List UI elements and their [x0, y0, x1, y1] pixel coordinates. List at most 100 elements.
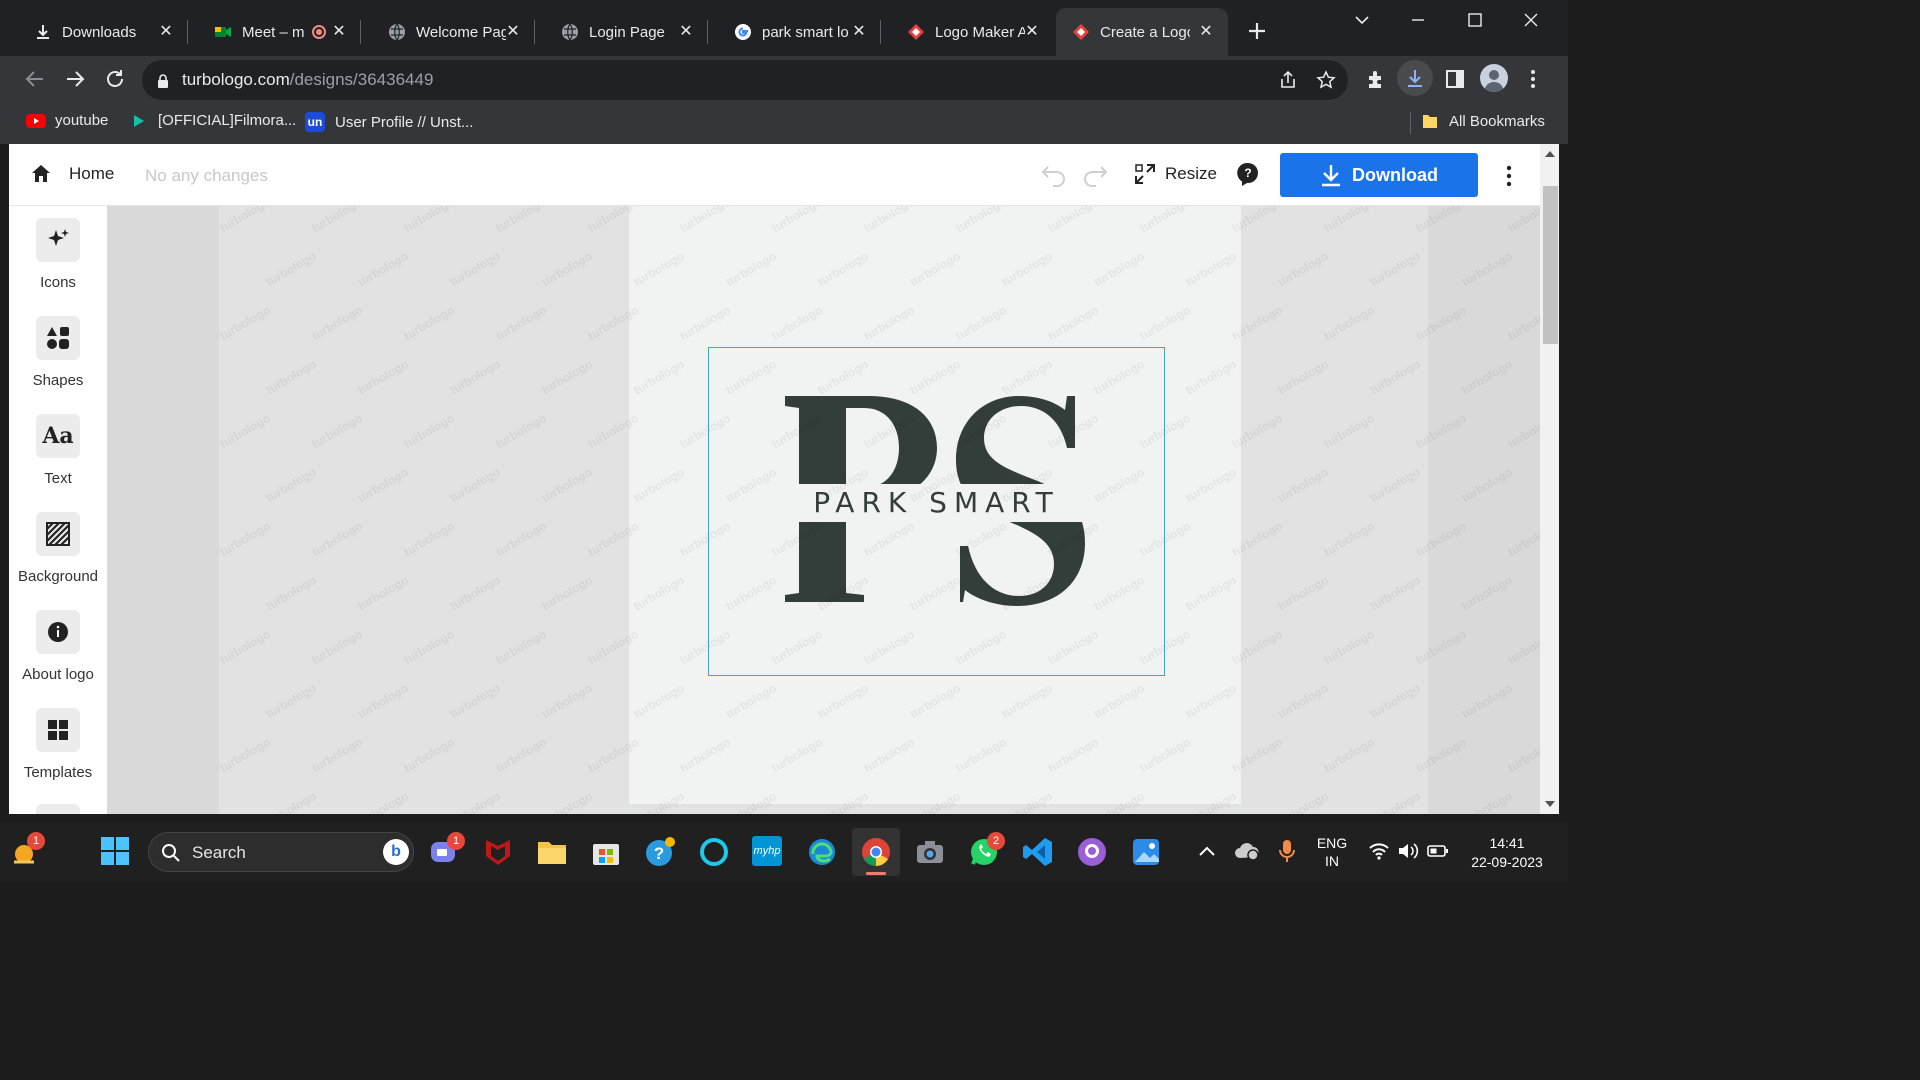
profile-icon — [1484, 70, 1504, 92]
volume-icon[interactable] — [1397, 842, 1419, 860]
tab-logo-maker[interactable]: Logo Maker A ✕ — [881, 8, 1054, 56]
sidebar-item-background[interactable]: Background — [9, 512, 107, 585]
tab-welcome[interactable]: Welcome Pag ✕ — [362, 8, 535, 56]
logo-name-text[interactable]: PARK SMART — [709, 486, 1164, 519]
taskbar-photos[interactable] — [1130, 836, 1162, 868]
sidebar-item-shapes[interactable]: Shapes — [9, 316, 107, 389]
background-icon — [46, 522, 70, 546]
close-tab-icon[interactable]: ✕ — [1022, 22, 1042, 42]
sidebar-item-icons[interactable]: Icons — [9, 218, 107, 291]
workspace-area: PARK SMART — [219, 206, 1428, 814]
more-vert-icon[interactable] — [1522, 68, 1544, 90]
taskbar-store[interactable] — [590, 836, 622, 868]
sidebar-item-text[interactable]: Aa Text — [9, 414, 107, 487]
extensions-icon[interactable] — [1365, 68, 1387, 90]
tab-title: Create a Logo — [1100, 23, 1190, 41]
download-button[interactable]: Download — [1280, 153, 1478, 197]
taskbar-camera[interactable] — [914, 836, 946, 868]
undo-icon[interactable] — [1040, 161, 1068, 187]
windows-logo-icon — [101, 837, 129, 865]
close-tab-icon[interactable]: ✕ — [156, 22, 176, 42]
help-chat-icon[interactable]: ? — [1236, 161, 1260, 187]
watermark-text: turbologo — [1505, 734, 1540, 776]
close-tab-icon[interactable]: ✕ — [503, 22, 523, 42]
logo-selection-box[interactable]: PARK SMART — [708, 347, 1165, 676]
watermark-text: turbologo — [1459, 680, 1515, 722]
scroll-down-icon[interactable] — [1545, 800, 1555, 808]
taskbar-github[interactable] — [1076, 836, 1108, 868]
bookmark-unstop[interactable]: un User Profile // Unst... — [305, 112, 473, 132]
sidebar-item-templates[interactable]: Templates — [9, 708, 107, 781]
store-icon — [593, 844, 619, 865]
tray-overflow-icon[interactable] — [1198, 844, 1216, 858]
tab-downloads[interactable]: Downloads ✕ — [8, 8, 188, 56]
resize-button[interactable]: Resize — [1133, 162, 1217, 186]
taskbar-cortana[interactable] — [698, 836, 730, 868]
reload-button[interactable] — [104, 68, 126, 90]
logo-canvas[interactable]: PARK SMART — [629, 206, 1241, 804]
battery-icon[interactable] — [1427, 844, 1449, 858]
close-tab-icon[interactable]: ✕ — [676, 22, 696, 42]
close-tab-icon[interactable]: ✕ — [849, 22, 869, 42]
more-vert-icon[interactable] — [1499, 164, 1519, 188]
address-bar[interactable]: turbologo.com/designs/36436449 — [142, 60, 1348, 100]
vscode-icon — [1023, 838, 1052, 866]
bookmark-filmora[interactable]: [OFFICIAL]Filmora... — [131, 112, 296, 129]
downloads-button[interactable] — [1397, 60, 1433, 96]
taskbar-help[interactable]: ? — [644, 836, 676, 868]
browser-tab-strip: Downloads ✕ Meet – m ✕ Welcome Pag ✕ Log… — [0, 0, 1568, 56]
page-scrollbar[interactable] — [1540, 144, 1559, 814]
taskbar-whatsapp[interactable]: 2 — [968, 832, 1005, 868]
watermark-text: turbologo — [1505, 206, 1540, 236]
turbologo-icon — [908, 24, 924, 40]
download-label: Download — [1352, 164, 1438, 185]
share-icon[interactable] — [1278, 70, 1298, 90]
scroll-up-icon[interactable] — [1545, 150, 1555, 158]
forward-button[interactable] — [64, 68, 86, 90]
taskbar-chrome-active[interactable] — [852, 828, 900, 876]
weather-widget[interactable]: 1 — [10, 832, 45, 868]
taskbar-edge[interactable] — [806, 836, 838, 868]
onedrive-icon[interactable] — [1234, 840, 1260, 862]
home-link[interactable]: Home — [29, 162, 114, 186]
star-icon[interactable] — [1316, 70, 1336, 90]
tab-login[interactable]: Login Page ✕ — [535, 8, 708, 56]
redo-icon[interactable] — [1081, 161, 1109, 187]
maximize-button[interactable] — [1465, 10, 1485, 30]
bookmark-youtube[interactable]: youtube — [26, 112, 108, 129]
sidebar-item-about-logo[interactable]: About logo — [9, 610, 107, 683]
taskbar-vscode[interactable] — [1022, 836, 1054, 868]
taskbar-search[interactable]: Search b — [148, 832, 414, 872]
side-panel-icon[interactable] — [1444, 68, 1466, 90]
shapes-icon — [47, 327, 69, 349]
new-tab-button[interactable] — [1246, 20, 1268, 42]
minimize-button[interactable] — [1408, 10, 1428, 30]
tab-create-logo[interactable]: Create a Logo ✕ — [1056, 8, 1228, 56]
wifi-icon[interactable] — [1368, 842, 1390, 860]
url-text[interactable]: turbologo.com/designs/36436449 — [182, 70, 433, 90]
github-icon — [1078, 838, 1106, 866]
language-indicator[interactable]: ENG IN — [1312, 834, 1352, 870]
tab-google-search[interactable]: park smart lo ✕ — [708, 8, 881, 56]
close-window-button[interactable] — [1521, 10, 1541, 30]
watermark-text: turbologo — [1505, 626, 1540, 668]
tab-meet[interactable]: Meet – m ✕ — [188, 8, 361, 56]
avatar[interactable] — [1480, 64, 1508, 92]
taskbar-file-explorer[interactable] — [536, 836, 568, 868]
tab-search-button[interactable] — [1352, 10, 1372, 30]
start-button[interactable] — [100, 836, 132, 868]
tab-title: Welcome Pag — [416, 23, 506, 41]
scrollbar-thumb[interactable] — [1543, 186, 1558, 344]
all-bookmarks-button[interactable]: All Bookmarks — [1421, 112, 1545, 130]
taskbar-mcafee[interactable] — [482, 836, 514, 868]
close-tab-icon[interactable]: ✕ — [329, 22, 349, 42]
clock[interactable]: 14:41 22-09-2023 — [1462, 834, 1552, 872]
taskbar-myhp[interactable]: myhp — [752, 836, 784, 868]
sidebar-item-partial[interactable] — [36, 804, 80, 814]
back-button[interactable] — [24, 68, 46, 90]
close-tab-icon[interactable]: ✕ — [1196, 22, 1216, 42]
filmora-icon — [134, 114, 144, 127]
taskbar-chat[interactable]: 1 — [428, 832, 465, 868]
microphone-icon[interactable] — [1278, 838, 1296, 864]
sidebar-icon-tile: Aa — [36, 414, 80, 458]
